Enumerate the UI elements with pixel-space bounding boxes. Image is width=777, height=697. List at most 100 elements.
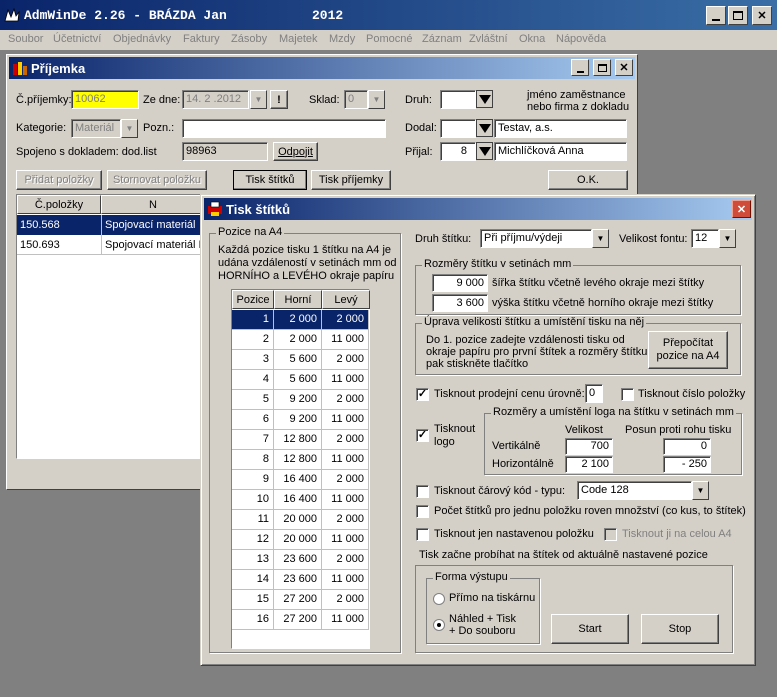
carovy-kod-checkbox[interactable] xyxy=(416,485,429,498)
table-row[interactable]: 12 000 2 000 xyxy=(232,310,369,330)
col-header-pozice[interactable]: Pozice xyxy=(232,290,274,309)
table-row[interactable]: 15 27 200 2 000 xyxy=(232,590,369,610)
druh-dropdown[interactable] xyxy=(476,90,493,108)
cell-h: 16 400 xyxy=(274,470,322,489)
menu-faktury[interactable]: Faktury xyxy=(183,33,220,45)
tisk-prijemky-button[interactable]: Tisk příjemky xyxy=(311,170,391,190)
table-row[interactable]: 69 200 11 000 xyxy=(232,410,369,430)
table-row[interactable]: 14 23 600 11 000 xyxy=(232,570,369,590)
minimize-button[interactable] xyxy=(706,6,726,25)
table-row[interactable]: 150.568 Spojovací materiál xyxy=(17,215,205,235)
tisk-stitku-button[interactable]: Tisk štítků xyxy=(233,170,307,190)
col-header-horni[interactable]: Horní xyxy=(274,290,322,309)
dodal-name-field[interactable]: Testav, a.s. xyxy=(494,119,627,138)
cena-uroven-input[interactable]: 0 xyxy=(585,384,603,403)
stop-button[interactable]: Stop xyxy=(641,614,719,644)
close-button[interactable]: ✕ xyxy=(752,6,772,25)
start-button[interactable]: Start xyxy=(551,614,629,644)
vert-posun-input[interactable]: 0 xyxy=(663,438,711,455)
kategorie-input[interactable]: Materiál xyxy=(71,119,121,138)
dialog-close-button[interactable]: ✕ xyxy=(732,200,751,218)
cell-p: 14 xyxy=(232,570,274,589)
forma-group: Forma výstupu Přímo na tiskárnu Náhled +… xyxy=(426,571,540,644)
dodal-input[interactable] xyxy=(440,119,476,138)
table-row[interactable]: 8 12 800 11 000 xyxy=(232,450,369,470)
carovy-kod-dropdown[interactable]: ▼ xyxy=(692,481,709,500)
ze-dne-dropdown[interactable]: ▼ xyxy=(250,90,267,109)
col-header-nazev[interactable]: N xyxy=(101,195,205,214)
date-exclaim-button[interactable]: ! xyxy=(270,90,288,109)
col-header-levy[interactable]: Levý xyxy=(322,290,370,309)
pridat-polozky-button[interactable]: Přidat položky xyxy=(16,170,102,190)
prijemka-minimize-button[interactable] xyxy=(571,59,589,76)
prepocitat-button[interactable]: Přepočítat pozice na A4 xyxy=(648,331,728,369)
sklad-input[interactable]: 0 xyxy=(344,90,368,109)
menu-okna[interactable]: Okna xyxy=(519,33,545,45)
ze-dne-input[interactable]: 14. 2 .2012 xyxy=(182,90,249,109)
spojeno-input[interactable]: 98963 xyxy=(182,142,268,161)
sklad-dropdown[interactable]: ▼ xyxy=(368,90,385,109)
menu-majetek[interactable]: Majetek xyxy=(279,33,318,45)
table-row[interactable]: 150.693 Spojovací materiál II xyxy=(17,235,205,255)
dodal-dropdown[interactable] xyxy=(476,119,493,137)
tisk-cenu-checkbox[interactable]: ✓ xyxy=(416,388,429,401)
velikost-fontu-dropdown[interactable]: ▼ xyxy=(719,229,736,248)
pozice-grid[interactable]: Pozice Horní Levý 12 000 2 000 2 2 000 11 00… xyxy=(231,289,370,649)
table-row[interactable]: 10 16 400 11 000 xyxy=(232,490,369,510)
vyska-label: výška štítku včetně horního okraje mezi … xyxy=(492,297,714,309)
sirka-input[interactable]: 9 000 xyxy=(432,274,488,292)
col-header-cpolozky[interactable]: Č.položky xyxy=(17,195,101,214)
kategorie-dropdown[interactable]: ▼ xyxy=(121,119,138,138)
pozn-input[interactable] xyxy=(182,119,386,138)
menu-pomocne[interactable]: Pomocné xyxy=(366,33,412,45)
table-row[interactable]: 13 23 600 2 000 xyxy=(232,550,369,570)
nahled-radio[interactable] xyxy=(433,619,445,631)
menu-objednavky[interactable]: Objednávky xyxy=(113,33,171,45)
ok-button[interactable]: O.K. xyxy=(548,170,628,190)
vert-velikost-input[interactable]: 700 xyxy=(565,438,613,455)
stornovat-polozku-button[interactable]: Stornovat položku xyxy=(107,170,207,190)
menu-zaznam[interactable]: Záznam xyxy=(422,33,462,45)
jen-nastavenou-checkbox[interactable] xyxy=(416,528,429,541)
velikost-fontu-select[interactable]: 12 xyxy=(691,229,719,248)
hor-velikost-input[interactable]: 2 100 xyxy=(565,456,613,473)
menu-soubor[interactable]: Soubor xyxy=(8,33,43,45)
table-row[interactable]: 7 12 800 2 000 xyxy=(232,430,369,450)
prijal-dropdown[interactable] xyxy=(476,142,493,160)
menu-zasoby[interactable]: Zásoby xyxy=(231,33,267,45)
cislo-prijemky-input[interactable]: 10062 xyxy=(71,90,139,109)
menu-zvlastni[interactable]: Zvláštní xyxy=(469,33,508,45)
table-row[interactable]: 12 20 000 11 000 xyxy=(232,530,369,550)
menu-napoveda[interactable]: Nápověda xyxy=(556,33,606,45)
odpojit-button[interactable]: Odpojit xyxy=(273,142,318,161)
table-row[interactable]: 9 16 400 2 000 xyxy=(232,470,369,490)
tisk-cislo-checkbox[interactable] xyxy=(621,388,634,401)
menu-mzdy[interactable]: Mzdy xyxy=(329,33,355,45)
table-row[interactable]: 16 27 200 11 000 xyxy=(232,610,369,630)
pocet-stitku-checkbox[interactable] xyxy=(416,505,429,518)
menu-ucetnictvi[interactable]: Účetnictví xyxy=(53,33,101,45)
tisk-logo-checkbox[interactable]: ✓ xyxy=(416,429,429,442)
spojeno-label: Spojeno s dokladem: dod.list xyxy=(16,146,157,158)
table-row[interactable]: 35 600 2 000 xyxy=(232,350,369,370)
maximize-button[interactable] xyxy=(728,6,748,25)
celou-a4-checkbox[interactable] xyxy=(604,528,617,541)
prijemka-maximize-button[interactable] xyxy=(593,59,611,76)
druh-stitku-select[interactable]: Při příjmu/výdeji xyxy=(480,229,592,248)
prijal-input[interactable]: 8 xyxy=(440,142,476,161)
table-row[interactable]: 45 600 11 000 xyxy=(232,370,369,390)
dialog-icon xyxy=(207,201,223,217)
druh-input[interactable] xyxy=(440,90,476,109)
table-row[interactable]: 59 200 2 000 xyxy=(232,390,369,410)
table-row[interactable]: 11 20 000 2 000 xyxy=(232,510,369,530)
prijemka-close-button[interactable]: ✕ xyxy=(615,59,633,76)
carovy-kod-select[interactable]: Code 128 xyxy=(577,481,692,500)
prijal-name-field[interactable]: Michlíčková Anna xyxy=(494,142,627,161)
hor-posun-input[interactable]: - 250 xyxy=(663,456,711,473)
chevron-down-icon: ▼ xyxy=(596,234,605,243)
druh-stitku-dropdown[interactable]: ▼ xyxy=(592,229,609,248)
polozky-grid[interactable]: Č.položky N 150.568 Spojovací materiál 1… xyxy=(16,194,206,459)
table-row[interactable]: 22 000 11 000 xyxy=(232,330,369,350)
vyska-input[interactable]: 3 600 xyxy=(432,294,488,312)
primo-radio[interactable] xyxy=(433,593,445,605)
